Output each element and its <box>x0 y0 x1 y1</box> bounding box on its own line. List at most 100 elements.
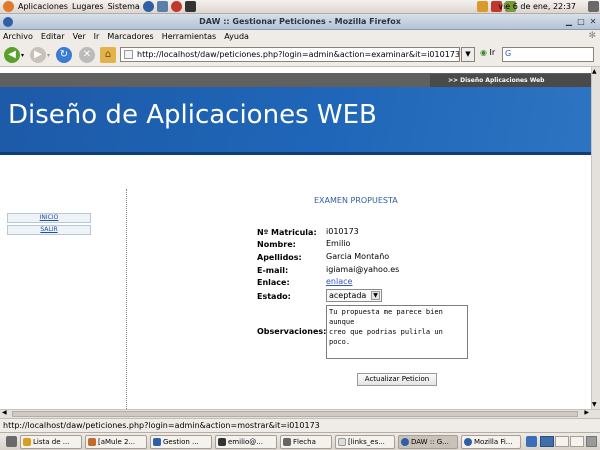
matricula-label: Nº Matricula: <box>257 228 317 237</box>
task-icon <box>218 438 226 446</box>
show-desktop-icon[interactable] <box>6 436 17 447</box>
panel-menu-aplicaciones[interactable]: Aplicaciones <box>18 2 68 11</box>
section-title: EXAMEN PROPUESTA <box>314 196 398 205</box>
observaciones-label: Observaciones: <box>257 327 327 336</box>
navigation-toolbar: ◀ ▾ ▶ ▾ ↻ ✕ ⌂ http://localhost/daw/petic… <box>0 42 600 67</box>
close-icon[interactable]: ✕ <box>588 17 598 27</box>
search-engine-icon[interactable]: G <box>505 49 511 58</box>
go-button[interactable]: ◉ Ir <box>480 48 495 57</box>
sidebar-divider <box>126 189 127 409</box>
page-viewport: >> Diseño Aplicaciones Web Diseño de Apl… <box>0 67 591 409</box>
reload-icon[interactable]: ↻ <box>56 47 72 63</box>
sidebar-link-inicio[interactable]: INICIO <box>7 213 91 223</box>
power-icon[interactable] <box>588 1 599 12</box>
enlace-link[interactable]: enlace <box>326 277 352 286</box>
vertical-scrollbar[interactable]: ▲ ▼ <box>591 67 600 409</box>
apellidos-label: Apellidos: <box>257 253 302 262</box>
sidebar-link-salir[interactable]: SALIR <box>7 225 91 235</box>
site-title: Diseño de Aplicaciones WEB <box>8 100 377 130</box>
workspace-3[interactable] <box>570 436 584 447</box>
task-flecha[interactable]: Flecha <box>280 435 332 449</box>
stop-icon[interactable]: ✕ <box>79 47 95 63</box>
trash-icon[interactable] <box>586 436 597 447</box>
estado-select[interactable]: aceptada ▼ <box>326 289 382 302</box>
forward-history-icon[interactable]: ▾ <box>47 52 50 59</box>
window-menu-icon[interactable] <box>3 17 13 27</box>
menu-ir[interactable]: Ir <box>94 32 100 41</box>
task-icon <box>88 438 96 446</box>
task-label: Lista de ... <box>33 438 70 446</box>
horizontal-scroll-thumb[interactable] <box>12 411 578 417</box>
email-value: igiamai@yahoo.es <box>326 265 400 274</box>
url-input[interactable]: http://localhost/daw/peticiones.php?logi… <box>120 47 460 62</box>
help-launcher-icon[interactable] <box>170 1 182 12</box>
panel-clock[interactable]: vie 6 de ene, 22:37 <box>498 2 576 11</box>
chevron-down-icon[interactable]: ▼ <box>371 291 380 300</box>
forward-icon[interactable]: ▶ <box>30 47 46 63</box>
scroll-up-icon[interactable]: ▲ <box>592 68 597 75</box>
task-icon <box>283 438 291 446</box>
gnome-foot-icon[interactable] <box>3 1 14 12</box>
task-label: emilio@... <box>228 438 263 446</box>
url-text: http://localhost/daw/peticiones.php?logi… <box>137 50 460 59</box>
menu-ayuda[interactable]: Ayuda <box>224 32 249 41</box>
task-gestion[interactable]: Gestion ... <box>150 435 212 449</box>
scroll-right-icon[interactable]: ▶ <box>584 409 589 416</box>
workspace-2[interactable] <box>555 436 569 447</box>
scroll-down-icon[interactable]: ▼ <box>592 401 597 408</box>
task-label: DAW :: G... <box>411 438 449 446</box>
status-text: http://localhost/daw/peticiones.php?logi… <box>3 421 320 430</box>
task-icon <box>401 438 409 446</box>
home-icon[interactable]: ⌂ <box>100 47 116 63</box>
nombre-label: Nombre: <box>257 240 296 249</box>
task-emilio[interactable]: emilio@... <box>215 435 277 449</box>
horizontal-scrollbar[interactable]: ◀ ▶ <box>0 409 600 418</box>
top-panel: Aplicaciones Lugares Sistema vie 6 de en… <box>0 0 600 14</box>
task-lista[interactable]: Lista de ... <box>20 435 82 449</box>
task-links[interactable]: [links_es... <box>335 435 395 449</box>
task-amule[interactable]: [aMule 2... <box>85 435 147 449</box>
task-daw[interactable]: DAW :: G... <box>398 435 458 449</box>
menu-archivo[interactable]: Archivo <box>3 32 33 41</box>
menubar: Archivo Editar Ver Ir Marcadores Herrami… <box>0 30 600 42</box>
taskbar: Lista de ... [aMule 2... Gestion ... emi… <box>0 432 600 450</box>
back-history-icon[interactable]: ▾ <box>21 52 24 59</box>
task-label: Mozilla Fi... <box>474 438 513 446</box>
search-input[interactable]: G <box>502 47 594 62</box>
actualizar-peticion-button[interactable]: Actualizar Peticion <box>357 373 437 386</box>
scroll-left-icon[interactable]: ◀ <box>2 409 7 416</box>
menu-marcadores[interactable]: Marcadores <box>107 32 153 41</box>
nombre-value: Emilio <box>326 239 351 248</box>
apellidos-value: Garcia Montaño <box>326 252 390 261</box>
task-label: [links_es... <box>348 438 385 446</box>
estado-label: Estado: <box>257 292 291 301</box>
url-history-dropdown[interactable]: ▼ <box>461 47 475 62</box>
go-icon: ◉ <box>480 48 487 57</box>
workspace-icon[interactable] <box>526 436 537 447</box>
go-label: Ir <box>489 48 496 57</box>
workspace-1[interactable] <box>540 436 554 447</box>
menu-editar[interactable]: Editar <box>41 32 65 41</box>
status-bar: http://localhost/daw/peticiones.php?logi… <box>0 418 600 432</box>
task-label: Gestion ... <box>163 438 199 446</box>
terminal-launcher-icon[interactable] <box>184 1 196 12</box>
window-title: DAW :: Gestionar Peticiones - Mozilla Fi… <box>199 17 401 26</box>
task-mozilla[interactable]: Mozilla Fi... <box>461 435 521 449</box>
menu-ver[interactable]: Ver <box>73 32 86 41</box>
back-icon[interactable]: ◀ <box>4 47 20 63</box>
banner-stripe <box>0 152 591 155</box>
browser-launcher-icon[interactable] <box>142 1 154 12</box>
user-icon[interactable] <box>477 1 488 12</box>
email-label: E-mail: <box>257 266 289 275</box>
observaciones-textarea[interactable]: Tu propuesta me parece bien aunque creo … <box>326 305 468 359</box>
mail-launcher-icon[interactable] <box>156 1 168 12</box>
minimize-icon[interactable]: ▁ <box>564 17 574 27</box>
menu-herramientas[interactable]: Herramientas <box>162 32 217 41</box>
throbber-icon: ✻ <box>588 31 596 41</box>
panel-menu-lugares[interactable]: Lugares <box>72 2 104 11</box>
maximize-icon[interactable]: □ <box>576 17 586 27</box>
window-titlebar[interactable]: DAW :: Gestionar Peticiones - Mozilla Fi… <box>0 14 600 30</box>
panel-menu-sistema[interactable]: Sistema <box>108 2 140 11</box>
enlace-label: Enlace: <box>257 278 290 287</box>
task-label: Flecha <box>293 438 316 446</box>
